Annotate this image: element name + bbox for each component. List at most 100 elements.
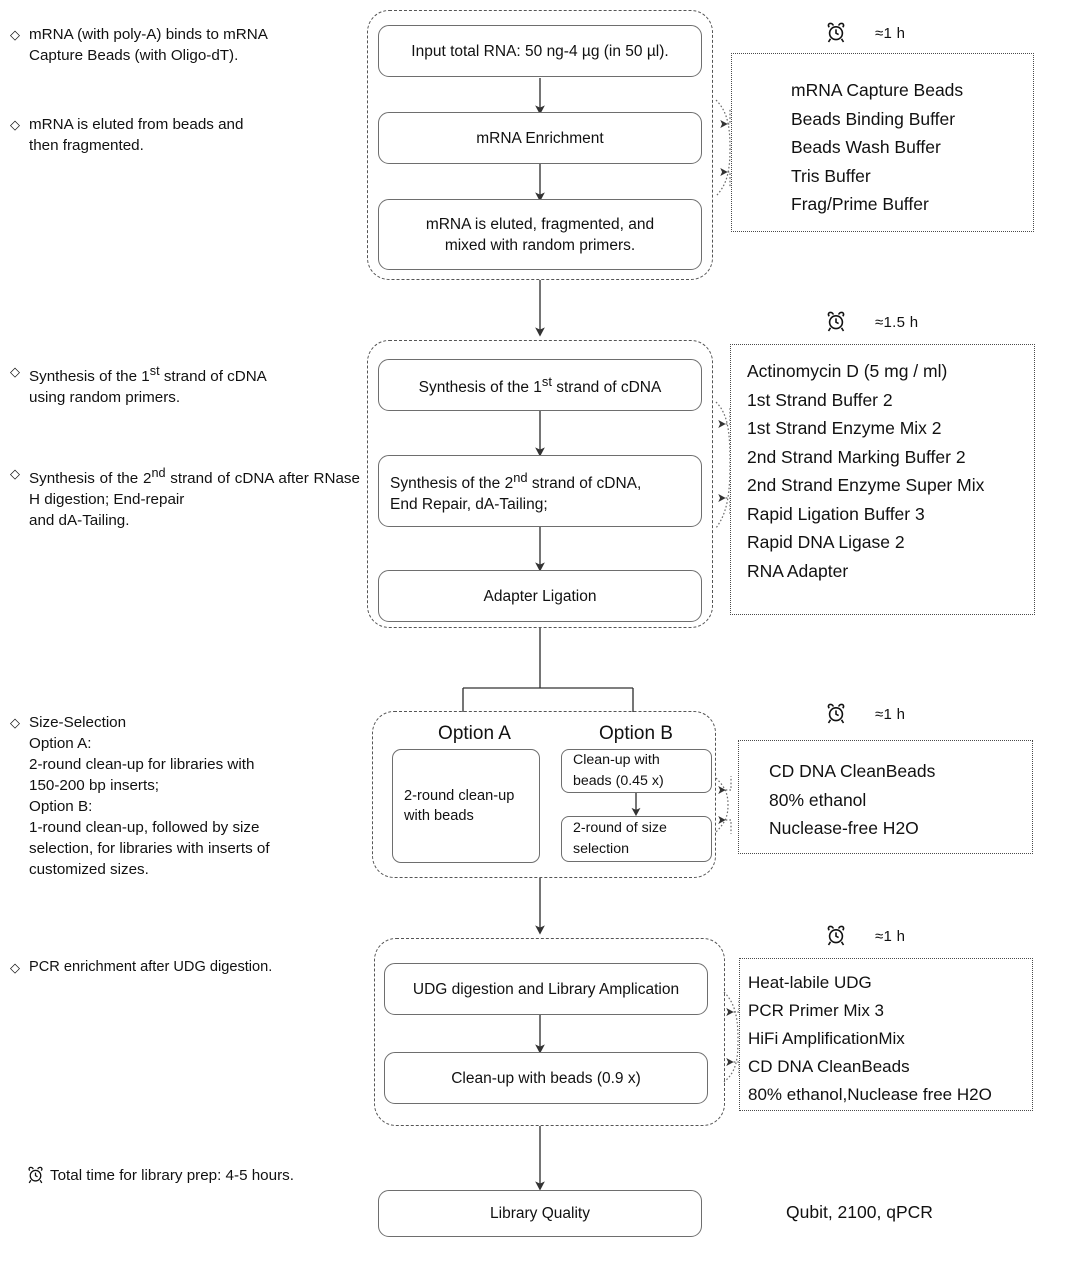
note-line: Synthesis of the 1st strand of cDNA — [29, 364, 267, 386]
note-line: Size-Selection — [29, 714, 127, 731]
note-second-strand: ◇ Synthesis of the 2nd strand of cDNA af… — [10, 463, 360, 531]
stage1-reagents-box: mRNA Capture Beads Beads Binding Buffer … — [731, 53, 1034, 232]
reagent-item: mRNA Capture Beads — [791, 80, 964, 100]
box-first-strand-synthesis[interactable]: Synthesis of the 1st strand of cDNA — [378, 359, 702, 411]
reagent-item: 1st Strand Buffer 2 — [747, 389, 893, 410]
alarm-clock-icon — [827, 311, 845, 332]
qc-methods-label: Qubit, 2100, qPCR — [786, 1202, 933, 1222]
box-label: Input total RNA: 50 ng-4 µg (in 50 µl). — [411, 42, 669, 60]
note-line: customized sizes. — [29, 861, 149, 878]
box-udg-digestion-amplification[interactable]: UDG digestion and Library Amplication — [384, 963, 708, 1015]
alarm-clock-icon — [827, 925, 845, 946]
box-label: 2-round clean-up with beads — [404, 788, 515, 824]
reagent-item: 80% ethanol,Nuclease free H2O — [748, 1085, 992, 1104]
stage2-reagents-box: Actinomycin D (5 mg / ml) 1st Strand Buf… — [730, 344, 1035, 615]
box-label: 2-round of size selection — [573, 820, 667, 857]
box-label: Library Quality — [490, 1205, 590, 1222]
note-line: selection, for libraries with inserts of — [29, 840, 270, 857]
note-pcr-enrichment: ◇ PCR enrichment after UDG digestion. — [10, 957, 360, 978]
box-mrna-eluted-fragmented[interactable]: mRNA is eluted, fragmented, and mixed wi… — [378, 199, 702, 270]
stage4-reagents-box: Heat-labile UDG PCR Primer Mix 3 HiFi Am… — [739, 958, 1033, 1111]
reagent-item: 2nd Strand Marking Buffer 2 — [747, 446, 966, 467]
diamond-bullet-icon: ◇ — [10, 364, 20, 379]
reagent-item: CD DNA CleanBeads — [748, 1057, 910, 1076]
reagent-item: Actinomycin D (5 mg / ml) — [747, 361, 948, 381]
box-adapter-ligation[interactable]: Adapter Ligation — [378, 570, 702, 622]
stage3-reagent-list: CD DNA CleanBeads 80% ethanol Nuclease-f… — [769, 757, 1032, 843]
reagent-item: 1st Strand Enzyme Mix 2 — [747, 418, 942, 438]
note-mrna-capture: ◇ mRNA (with poly-A) binds to mRNA Captu… — [10, 24, 360, 66]
note-line: 150-200 bp inserts; — [29, 777, 160, 794]
ordinal-suffix: nd — [151, 466, 166, 480]
box-option-b-size-selection[interactable]: 2-round of size selection — [561, 816, 712, 862]
stage2-time-row: ≈1.5 h — [826, 311, 918, 333]
stage2-time-label: ≈1.5 h — [875, 313, 919, 331]
note-line: using random primers. — [29, 389, 181, 407]
box-label: mRNA is eluted, fragmented, and mixed wi… — [425, 215, 655, 254]
alarm-clock-icon — [28, 1166, 43, 1184]
note-size-selection: ◇ Size-Selection Option A: 2-round clean… — [10, 712, 362, 880]
box-option-a-cleanup[interactable]: 2-round clean-up with beads — [392, 749, 540, 863]
note-line: Option B: — [29, 798, 93, 815]
box-library-quality[interactable]: Library Quality — [378, 1190, 702, 1237]
diamond-bullet-icon: ◇ — [10, 960, 20, 975]
ordinal-suffix: st — [149, 364, 160, 378]
total-time-label: Total time for library prep: 4-5 hours. — [50, 1167, 294, 1184]
note-line: Option A: — [29, 735, 92, 752]
box-label: Synthesis of the 2nd strand of cDNA, End… — [390, 469, 642, 514]
reagent-item: Beads Binding Buffer — [791, 108, 956, 129]
note-mrna-eluted: ◇ mRNA is eluted from beads and then fra… — [10, 114, 360, 156]
stage4-time-label: ≈1 h — [875, 927, 906, 945]
reagent-item: PCR Primer Mix 3 — [748, 1001, 885, 1020]
note-line: mRNA is eluted from beads and — [29, 116, 244, 133]
stage3-reagents-box: CD DNA CleanBeads 80% ethanol Nuclease-f… — [738, 740, 1033, 854]
box-label: Adapter Ligation — [483, 587, 597, 605]
box-label: UDG digestion and Library Amplication — [412, 980, 680, 998]
stage4-time-row: ≈1 h — [826, 925, 905, 947]
note-line: Capture Beads (with Oligo-dT). — [29, 47, 239, 64]
stage1-time-row: ≈1 h — [826, 22, 905, 44]
reagent-item: CD DNA CleanBeads — [769, 761, 936, 781]
box-cleanup-beads-09[interactable]: Clean-up with beads (0.9 x) — [384, 1052, 708, 1104]
note-line: mRNA (with poly-A) binds to mRNA — [29, 26, 268, 43]
note-line: 2-round clean-up for libraries with — [29, 756, 255, 773]
stage2-reagent-list: Actinomycin D (5 mg / ml) 1st Strand Buf… — [747, 357, 1034, 585]
total-time-row: Total time for library prep: 4-5 hours. — [27, 1166, 294, 1185]
stage3-time-label: ≈1 h — [875, 705, 906, 723]
stage4-reagent-list: Heat-labile UDG PCR Primer Mix 3 HiFi Am… — [748, 969, 1032, 1109]
box-second-strand-synthesis[interactable]: Synthesis of the 2nd strand of cDNA, End… — [378, 455, 702, 527]
alarm-clock-icon — [827, 703, 845, 724]
ordinal-suffix: nd — [513, 469, 528, 485]
reagent-item: Rapid DNA Ligase 2 — [747, 532, 905, 552]
alarm-clock-icon — [827, 22, 845, 43]
box-mrna-enrichment[interactable]: mRNA Enrichment — [378, 112, 702, 164]
box-label: mRNA Enrichment — [476, 129, 604, 147]
note-line: 1-round clean-up, followed by size — [29, 819, 260, 836]
box-label: Synthesis of the 1st strand of cDNA — [418, 374, 662, 397]
reagent-item: Heat-labile UDG — [748, 973, 872, 992]
box-option-b-cleanup-045[interactable]: Clean-up with beads (0.45 x) — [561, 749, 712, 793]
diamond-bullet-icon: ◇ — [10, 27, 20, 42]
stage1-time-label: ≈1 h — [875, 24, 906, 42]
stage3-time-row: ≈1 h — [826, 703, 905, 725]
reagent-item: RNA Adapter — [747, 560, 849, 581]
box-label: Clean-up with beads (0.45 x) — [573, 752, 664, 789]
reagent-item: 80% ethanol — [769, 789, 867, 810]
box-label: Clean-up with beads (0.9 x) — [451, 1069, 641, 1087]
option-b-label: Option B — [599, 723, 673, 744]
reagent-item: 2nd Strand Enzyme Super Mix — [747, 475, 985, 495]
reagent-item: Tris Buffer — [791, 165, 871, 186]
diamond-bullet-icon: ◇ — [10, 715, 20, 730]
note-line: then fragmented. — [29, 137, 144, 154]
diamond-bullet-icon: ◇ — [10, 466, 20, 481]
note-first-strand: ◇ Synthesis of the 1st strand of cDNA us… — [10, 361, 360, 408]
option-a-label: Option A — [438, 723, 511, 744]
ordinal-suffix: st — [541, 374, 552, 390]
reagent-item: Frag/Prime Buffer — [791, 194, 929, 214]
reagent-item: Beads Wash Buffer — [791, 137, 941, 157]
reagent-item: Nuclease-free H2O — [769, 818, 919, 838]
note-line: PCR enrichment after UDG digestion. — [29, 959, 273, 975]
diamond-bullet-icon: ◇ — [10, 117, 20, 132]
box-input-total-rna[interactable]: Input total RNA: 50 ng-4 µg (in 50 µl). — [378, 25, 702, 77]
note-line: Synthesis of the 2nd strand of cDNA — [29, 466, 274, 488]
